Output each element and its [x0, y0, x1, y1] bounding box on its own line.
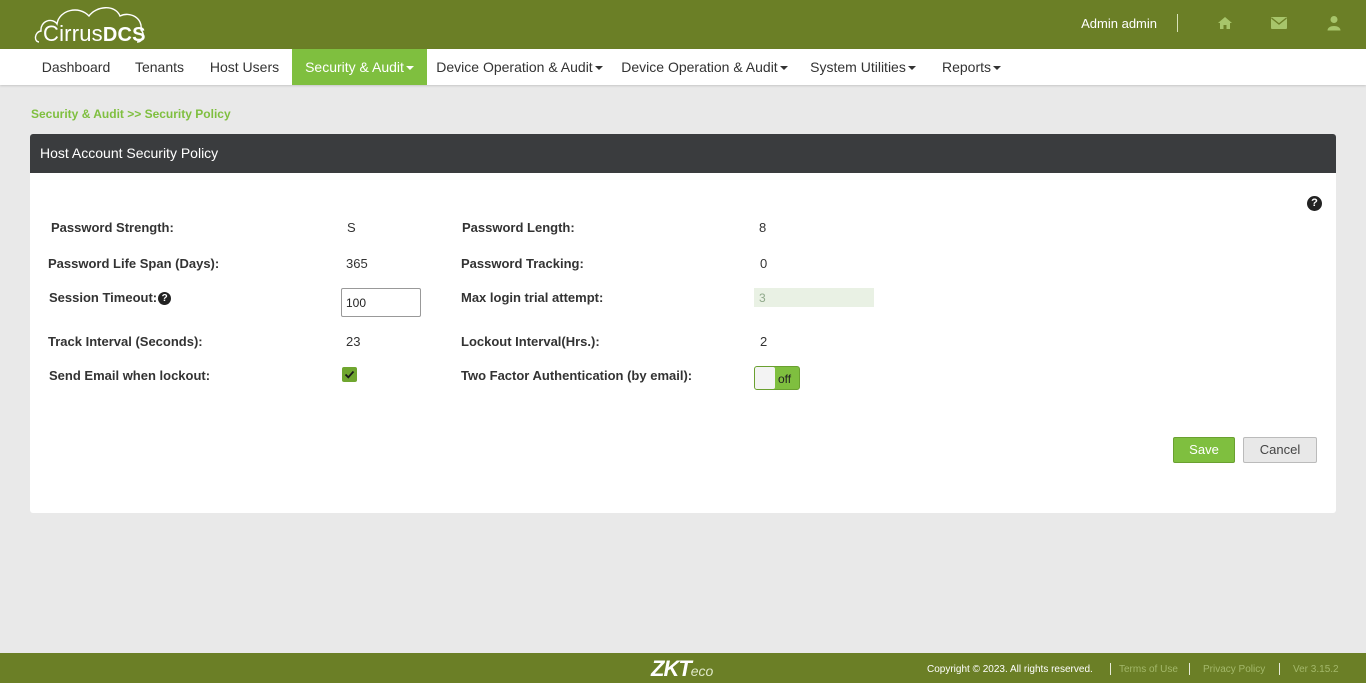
cancel-button[interactable]: Cancel — [1243, 437, 1317, 463]
user-name[interactable]: Admin admin — [1081, 16, 1157, 31]
footer-logo-sub: eco — [690, 663, 714, 679]
max-login-trial-label: Max login trial attempt: — [461, 290, 604, 305]
checkmark-icon — [344, 370, 355, 379]
lockout-interval-value: 2 — [760, 334, 768, 349]
caret-down-icon — [594, 66, 603, 71]
breadcrumb[interactable]: Security & Audit >> Security Policy — [31, 107, 231, 121]
help-icon[interactable]: ? — [1307, 196, 1322, 211]
nav-label: Host Users — [209, 59, 280, 75]
toggle-knob — [755, 367, 775, 389]
nav-label: Security & Audit — [305, 59, 404, 75]
password-life-span-value: 365 — [346, 256, 368, 271]
send-email-lockout-label: Send Email when lockout: — [49, 368, 211, 383]
password-strength-value: S — [347, 220, 356, 235]
nav-host-users[interactable]: Host Users — [197, 49, 292, 85]
nav-label: Tenants — [134, 59, 185, 75]
nav-device-operation-audit-2[interactable]: Device Operation & Audit — [612, 49, 797, 85]
nav-tenants[interactable]: Tenants — [122, 49, 197, 85]
footer-divider — [1189, 663, 1190, 675]
session-timeout-help-icon[interactable]: ? — [158, 292, 172, 305]
envelope-icon[interactable] — [1270, 15, 1288, 33]
user-icon[interactable] — [1325, 15, 1343, 33]
privacy-policy-link[interactable]: Privacy Policy — [1203, 664, 1265, 675]
nav-reports[interactable]: Reports — [929, 49, 1014, 85]
password-tracking-label: Password Tracking: — [461, 256, 584, 271]
track-interval-label: Track Interval (Seconds): — [48, 334, 203, 349]
two-factor-auth-toggle[interactable]: off — [754, 366, 800, 390]
caret-down-icon — [405, 66, 414, 71]
nav-label: System Utilities — [810, 59, 906, 75]
max-login-trial-input[interactable] — [754, 288, 874, 307]
logo-bold-text: DCS — [102, 24, 146, 46]
main-navbar: Dashboard Tenants Host Users Security & … — [0, 49, 1366, 85]
copyright-text: Copyright © 2023. All rights reserved. — [927, 664, 1093, 675]
password-length-label: Password Length: — [462, 220, 575, 235]
cirrus-dcs-logo[interactable]: CirrusDCS — [33, 2, 146, 48]
save-button[interactable]: Save — [1173, 437, 1235, 463]
home-icon[interactable] — [1216, 15, 1234, 33]
footer-divider — [1110, 663, 1111, 675]
nav-system-utilities[interactable]: System Utilities — [797, 49, 929, 85]
top-bar: CirrusDCS Admin admin — [0, 0, 1366, 49]
password-life-span-label: Password Life Span (Days): — [48, 256, 220, 271]
password-strength-label: Password Strength: — [51, 220, 174, 235]
footer-logo-main: ZKT — [651, 656, 692, 681]
caret-down-icon — [993, 66, 1002, 71]
nav-security-audit[interactable]: Security & Audit — [292, 49, 427, 85]
two-factor-auth-label: Two Factor Authentication (by email): — [461, 368, 693, 383]
toggle-state-text: off — [778, 372, 792, 386]
version-text: Ver 3.15.2 — [1293, 664, 1339, 675]
lockout-interval-label: Lockout Interval(Hrs.): — [461, 334, 600, 349]
caret-down-icon — [779, 66, 788, 71]
nav-label: Device Operation & Audit — [621, 59, 778, 75]
session-timeout-label: Session Timeout:? — [49, 290, 172, 305]
footer: ZKTeco Copyright © 2023. All rights rese… — [0, 653, 1366, 683]
zkteco-logo: ZKTeco — [651, 658, 713, 682]
caret-down-icon — [907, 66, 916, 71]
footer-divider — [1279, 663, 1280, 675]
logo-main-text: Cirrus — [43, 21, 103, 46]
terms-of-use-link[interactable]: Terms of Use — [1119, 664, 1178, 675]
session-timeout-label-text: Session Timeout: — [49, 290, 158, 305]
password-length-value: 8 — [759, 220, 767, 235]
security-policy-panel: Host Account Security Policy ? Password … — [30, 134, 1336, 513]
nav-label: Reports — [941, 59, 992, 75]
nav-label: Device Operation & Audit — [436, 59, 593, 75]
nav-label: Dashboard — [41, 59, 111, 75]
send-email-lockout-checkbox[interactable] — [342, 367, 357, 382]
header-divider — [1177, 14, 1178, 32]
track-interval-value: 23 — [346, 334, 361, 349]
password-tracking-value: 0 — [760, 256, 768, 271]
nav-device-operation-audit[interactable]: Device Operation & Audit — [427, 49, 612, 85]
nav-dashboard[interactable]: Dashboard — [30, 49, 122, 85]
session-timeout-input[interactable] — [341, 288, 421, 317]
panel-title: Host Account Security Policy — [30, 134, 1336, 173]
